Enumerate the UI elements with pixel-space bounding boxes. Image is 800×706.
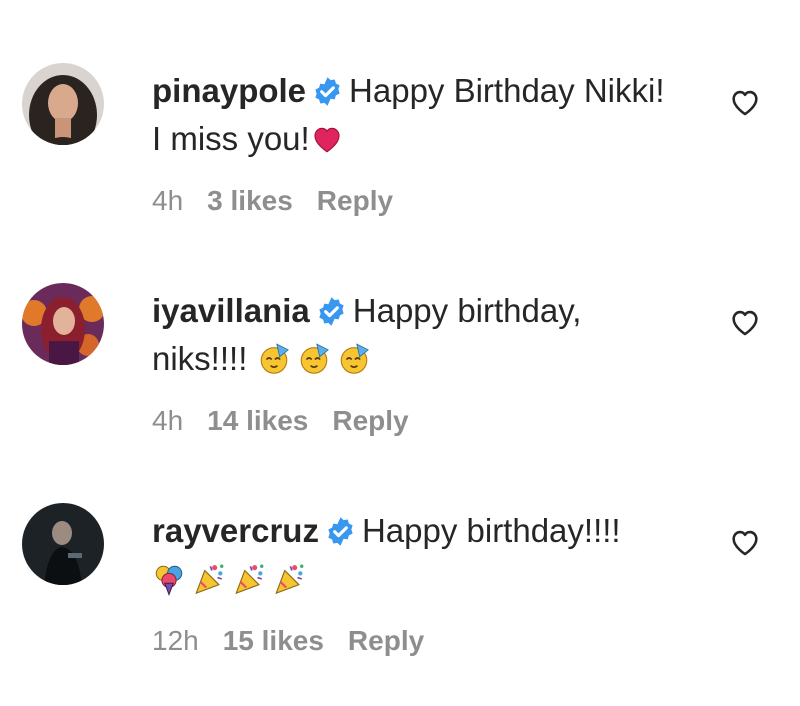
comment-time[interactable]: 12h: [152, 625, 199, 656]
comment-meta: 12h 15 likes Reply: [152, 625, 448, 657]
username[interactable]: pinaypole: [152, 72, 306, 109]
reply-button[interactable]: Reply: [332, 405, 408, 436]
comment-item: rayvercruz Happy birthday!!!! 12h 15 likes…: [0, 495, 800, 695]
comment-text: pinaypole Happy Birthday Nikki! I miss yo…: [152, 67, 672, 163]
partying-face-icon: [297, 342, 331, 376]
comment-time[interactable]: 4h: [152, 185, 183, 216]
avatar[interactable]: [22, 283, 104, 365]
like-heart-icon[interactable]: [728, 85, 762, 119]
reply-button[interactable]: Reply: [348, 625, 424, 656]
comment-item: pinaypole Happy Birthday Nikki! I miss yo…: [0, 55, 800, 255]
party-popper-icon: [232, 562, 266, 596]
likes-count[interactable]: 3 likes: [207, 185, 293, 216]
comment-text: iyavillania Happy birthday, niks!!!!: [152, 287, 672, 383]
party-popper-icon: [192, 562, 226, 596]
red-heart-icon: [310, 122, 344, 156]
avatar[interactable]: [22, 63, 104, 145]
likes-count[interactable]: 14 likes: [207, 405, 308, 436]
comment-text: rayvercruz Happy birthday!!!!: [152, 507, 672, 603]
like-heart-icon[interactable]: [728, 305, 762, 339]
username[interactable]: rayvercruz: [152, 512, 319, 549]
comment-time[interactable]: 4h: [152, 405, 183, 436]
username[interactable]: iyavillania: [152, 292, 310, 329]
comment-meta: 4h 14 likes Reply: [152, 405, 433, 437]
comment-message: Happy birthday!!!!: [361, 512, 621, 549]
likes-count[interactable]: 15 likes: [223, 625, 324, 656]
verified-badge-icon: [316, 296, 347, 327]
party-popper-icon: [272, 562, 306, 596]
comment-item: iyavillania Happy birthday, niks!!!! 4h 14…: [0, 275, 800, 475]
reply-button[interactable]: Reply: [317, 185, 393, 216]
avatar[interactable]: [22, 503, 104, 585]
partying-face-icon: [257, 342, 291, 376]
verified-badge-icon: [312, 76, 343, 107]
comment-meta: 4h 3 likes Reply: [152, 185, 417, 217]
verified-badge-icon: [325, 516, 356, 547]
balloon-bouquet-icon: [152, 562, 186, 596]
partying-face-icon: [337, 342, 371, 376]
like-heart-icon[interactable]: [728, 525, 762, 559]
comment-list: pinaypole Happy Birthday Nikki! I miss yo…: [0, 0, 800, 706]
